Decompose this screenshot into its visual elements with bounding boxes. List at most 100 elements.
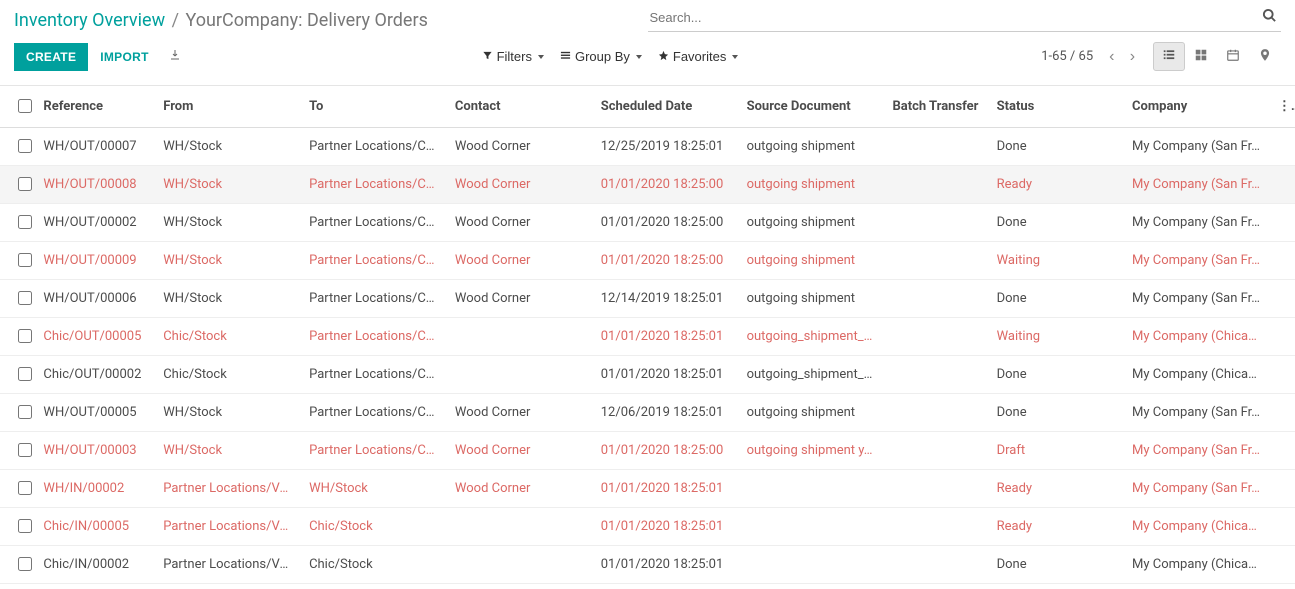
col-to[interactable]: To <box>301 86 447 128</box>
groupby-label: Group By <box>575 49 630 64</box>
col-status[interactable]: Status <box>989 86 1124 128</box>
cell-batch <box>884 546 988 584</box>
table-row[interactable]: WH/OUT/00002WH/StockPartner Locations/Cu… <box>0 204 1295 242</box>
cell-source: outgoing shipment y… <box>739 432 885 470</box>
col-reference[interactable]: Reference <box>35 86 155 128</box>
table-row[interactable]: WH/OUT/00007WH/StockPartner Locations/Cu… <box>0 128 1295 166</box>
cell-status: Ready <box>989 584 1124 589</box>
cell-reference: WH/OUT/00006 <box>35 280 155 318</box>
table-row[interactable]: WH/OUT/00009WH/StockPartner Locations/Cu… <box>0 242 1295 280</box>
calendar-view-button[interactable] <box>1217 42 1249 71</box>
column-options-button[interactable]: ⋮ <box>1270 86 1295 128</box>
cell-from: WH/Stock <box>155 242 301 280</box>
cell-to: Partner Locations/Cu… <box>301 318 447 356</box>
favorites-button[interactable]: Favorites <box>650 45 746 68</box>
filters-button[interactable]: Filters <box>474 45 552 68</box>
col-company[interactable]: Company <box>1124 86 1270 128</box>
cell-source: outgoing shipment <box>739 280 885 318</box>
search-icon[interactable] <box>1258 8 1281 27</box>
table-row[interactable]: WH/OUT/00006WH/StockPartner Locations/Cu… <box>0 280 1295 318</box>
row-checkbox[interactable] <box>18 405 32 419</box>
cell-from: Partner Locations/Ve… <box>155 508 301 546</box>
kanban-view-button[interactable] <box>1185 42 1217 71</box>
cell-company: My Company (San Fr… <box>1124 394 1270 432</box>
cell-reference: WH/OUT/00007 <box>35 128 155 166</box>
cell-from: Chic/Stock <box>155 356 301 394</box>
col-source[interactable]: Source Document <box>739 86 885 128</box>
search-input[interactable] <box>648 9 1259 26</box>
cell-date: 01/01/2020 18:25:00 <box>593 242 739 280</box>
col-from[interactable]: From <box>155 86 301 128</box>
row-checkbox[interactable] <box>18 481 32 495</box>
table-row[interactable]: Chic/IN/00005Partner Locations/Ve…Chic/S… <box>0 508 1295 546</box>
pager-text[interactable]: 1-65 / 65 <box>1031 49 1103 64</box>
row-checkbox[interactable] <box>18 367 32 381</box>
import-button[interactable]: IMPORT <box>88 43 160 71</box>
export-button[interactable] <box>161 42 189 71</box>
row-checkbox[interactable] <box>18 443 32 457</box>
cell-from: WH/Stock <box>155 204 301 242</box>
col-scheduled[interactable]: Scheduled Date <box>593 86 739 128</box>
cell-status: Done <box>989 546 1124 584</box>
map-pin-icon <box>1258 49 1272 65</box>
row-checkbox[interactable] <box>18 215 32 229</box>
list-icon <box>1162 49 1176 65</box>
row-checkbox[interactable] <box>18 519 32 533</box>
breadcrumb: Inventory Overview / YourCompany: Delive… <box>14 8 648 31</box>
list-view-button[interactable] <box>1153 42 1185 71</box>
table-row[interactable]: Chic/IN/00004Partner Locations/Ve…Chic/S… <box>0 584 1295 589</box>
cell-from: Partner Locations/Ve… <box>155 546 301 584</box>
groupby-button[interactable]: Group By <box>552 45 650 68</box>
cell-company: My Company (San Fr… <box>1124 280 1270 318</box>
pager-prev-button[interactable]: ‹ <box>1103 46 1120 68</box>
cell-company: My Company (San Fr… <box>1124 166 1270 204</box>
cell-to: Partner Locations/Cu… <box>301 280 447 318</box>
breadcrumb-root[interactable]: Inventory Overview <box>14 10 165 31</box>
cell-date: 12/25/2019 18:25:01 <box>593 128 739 166</box>
row-checkbox[interactable] <box>18 139 32 153</box>
cell-from: WH/Stock <box>155 394 301 432</box>
row-checkbox[interactable] <box>18 329 32 343</box>
table-row[interactable]: WH/OUT/00005WH/StockPartner Locations/Cu… <box>0 394 1295 432</box>
table-row[interactable]: WH/IN/00002Partner Locations/Ve…WH/Stock… <box>0 470 1295 508</box>
cell-to: Partner Locations/Cu… <box>301 432 447 470</box>
select-all-checkbox[interactable] <box>18 99 32 113</box>
cell-status: Done <box>989 204 1124 242</box>
cell-to: WH/Stock <box>301 470 447 508</box>
cell-status: Done <box>989 128 1124 166</box>
cell-date: 12/06/2019 18:25:01 <box>593 394 739 432</box>
cell-company: My Company (Chicag… <box>1124 584 1270 589</box>
row-checkbox[interactable] <box>18 177 32 191</box>
cell-reference: Chic/OUT/00005 <box>35 318 155 356</box>
map-view-button[interactable] <box>1249 42 1281 71</box>
row-checkbox[interactable] <box>18 291 32 305</box>
col-contact[interactable]: Contact <box>447 86 593 128</box>
kanban-icon <box>1194 49 1208 65</box>
cell-batch <box>884 280 988 318</box>
cell-source <box>739 470 885 508</box>
cell-date: 01/01/2020 18:25:00 <box>593 432 739 470</box>
row-checkbox[interactable] <box>18 557 32 571</box>
cell-reference: WH/OUT/00009 <box>35 242 155 280</box>
cell-company: My Company (San Fr… <box>1124 128 1270 166</box>
table-row[interactable]: Chic/IN/00002Partner Locations/Ve…Chic/S… <box>0 546 1295 584</box>
cell-to: Partner Locations/Cu… <box>301 242 447 280</box>
cell-batch <box>884 318 988 356</box>
pager-next-button[interactable]: › <box>1124 46 1141 68</box>
row-checkbox[interactable] <box>18 253 32 267</box>
table-row[interactable]: Chic/OUT/00002Chic/StockPartner Location… <box>0 356 1295 394</box>
table-row[interactable]: WH/OUT/00003WH/StockPartner Locations/Cu… <box>0 432 1295 470</box>
create-button[interactable]: CREATE <box>14 43 88 71</box>
kebab-icon: ⋮ <box>1278 99 1295 114</box>
cell-reference: WH/IN/00002 <box>35 470 155 508</box>
bars-icon <box>560 49 571 64</box>
cell-contact: Wood Corner <box>447 394 593 432</box>
cell-source: outgoing_shipment_… <box>739 318 885 356</box>
cell-source: chicago_warehouse <box>739 584 885 589</box>
caret-down-icon <box>732 55 738 59</box>
table-row[interactable]: Chic/OUT/00005Chic/StockPartner Location… <box>0 318 1295 356</box>
cell-status: Done <box>989 280 1124 318</box>
col-batch[interactable]: Batch Transfer <box>884 86 988 128</box>
table-row[interactable]: WH/OUT/00008WH/StockPartner Locations/Cu… <box>0 166 1295 204</box>
cell-to: Partner Locations/Cu… <box>301 128 447 166</box>
